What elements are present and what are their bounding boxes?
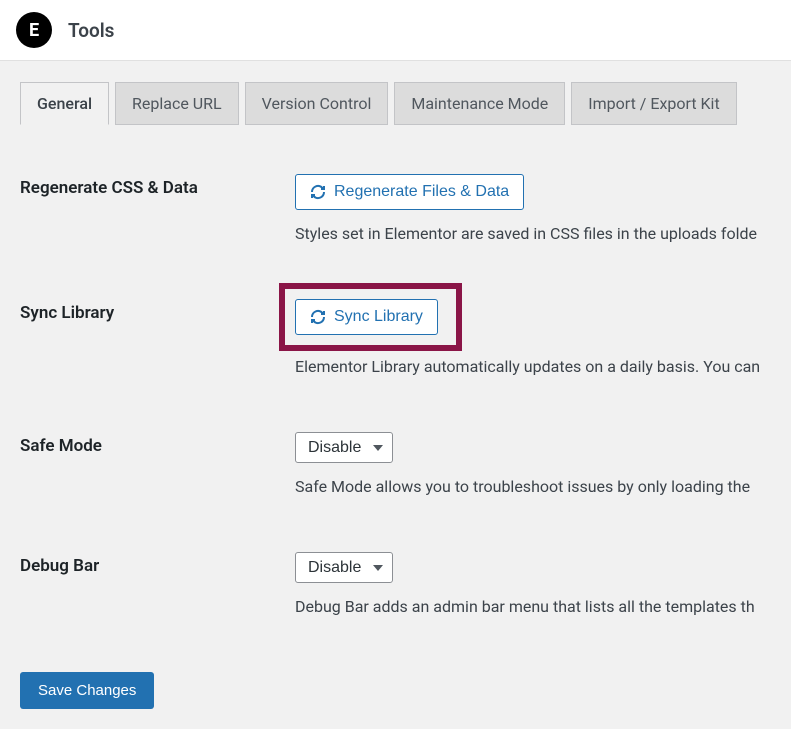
logo-letter: E: [29, 20, 39, 41]
safe-mode-control: Disable Safe Mode allows you to troubles…: [295, 432, 771, 496]
content-area: General Replace URL Version Control Main…: [0, 61, 791, 729]
debug-bar-control: Disable Debug Bar adds an admin bar menu…: [295, 552, 771, 616]
setting-safe-mode: Safe Mode Disable Safe Mode allows you t…: [20, 432, 771, 496]
safe-mode-select-wrapper: Disable: [295, 432, 393, 463]
tab-general[interactable]: General: [20, 82, 109, 125]
debug-bar-select[interactable]: Disable: [295, 552, 393, 583]
setting-debug-bar: Debug Bar Disable Debug Bar adds an admi…: [20, 552, 771, 616]
tab-version-control[interactable]: Version Control: [245, 82, 389, 125]
tab-maintenance-mode[interactable]: Maintenance Mode: [394, 82, 565, 125]
save-row: Save Changes: [20, 672, 771, 709]
sync-label: Sync Library: [20, 299, 295, 376]
page-title: Tools: [68, 19, 114, 42]
debug-bar-select-wrapper: Disable: [295, 552, 393, 583]
refresh-icon: [310, 309, 326, 325]
sync-control: Sync Library Elementor Library automatic…: [295, 299, 771, 376]
safe-mode-description: Safe Mode allows you to troubleshoot iss…: [295, 477, 771, 496]
sync-button-text: Sync Library: [334, 308, 423, 326]
save-button[interactable]: Save Changes: [20, 672, 154, 709]
sync-button[interactable]: Sync Library: [295, 299, 438, 335]
tabs-nav: General Replace URL Version Control Main…: [20, 81, 771, 124]
safe-mode-select[interactable]: Disable: [295, 432, 393, 463]
debug-bar-label: Debug Bar: [20, 552, 295, 616]
refresh-icon: [310, 184, 326, 200]
tab-import-export-kit[interactable]: Import / Export Kit: [571, 82, 736, 125]
elementor-logo: E: [16, 12, 52, 48]
page-header: E Tools: [0, 0, 791, 61]
regenerate-label: Regenerate CSS & Data: [20, 174, 295, 243]
setting-sync: Sync Library Sync Library Elementor Lib: [20, 299, 771, 376]
regenerate-description: Styles set in Elementor are saved in CSS…: [295, 224, 771, 243]
regenerate-control: Regenerate Files & Data Styles set in El…: [295, 174, 771, 243]
safe-mode-label: Safe Mode: [20, 432, 295, 496]
debug-bar-description: Debug Bar adds an admin bar menu that li…: [295, 597, 771, 616]
setting-regenerate: Regenerate CSS & Data Regenerate Files &…: [20, 174, 771, 243]
regenerate-button-text: Regenerate Files & Data: [334, 183, 509, 201]
sync-description: Elementor Library automatically updates …: [295, 357, 771, 376]
tab-replace-url[interactable]: Replace URL: [115, 82, 239, 125]
regenerate-button[interactable]: Regenerate Files & Data: [295, 174, 524, 210]
sync-highlight: Sync Library: [279, 283, 462, 351]
